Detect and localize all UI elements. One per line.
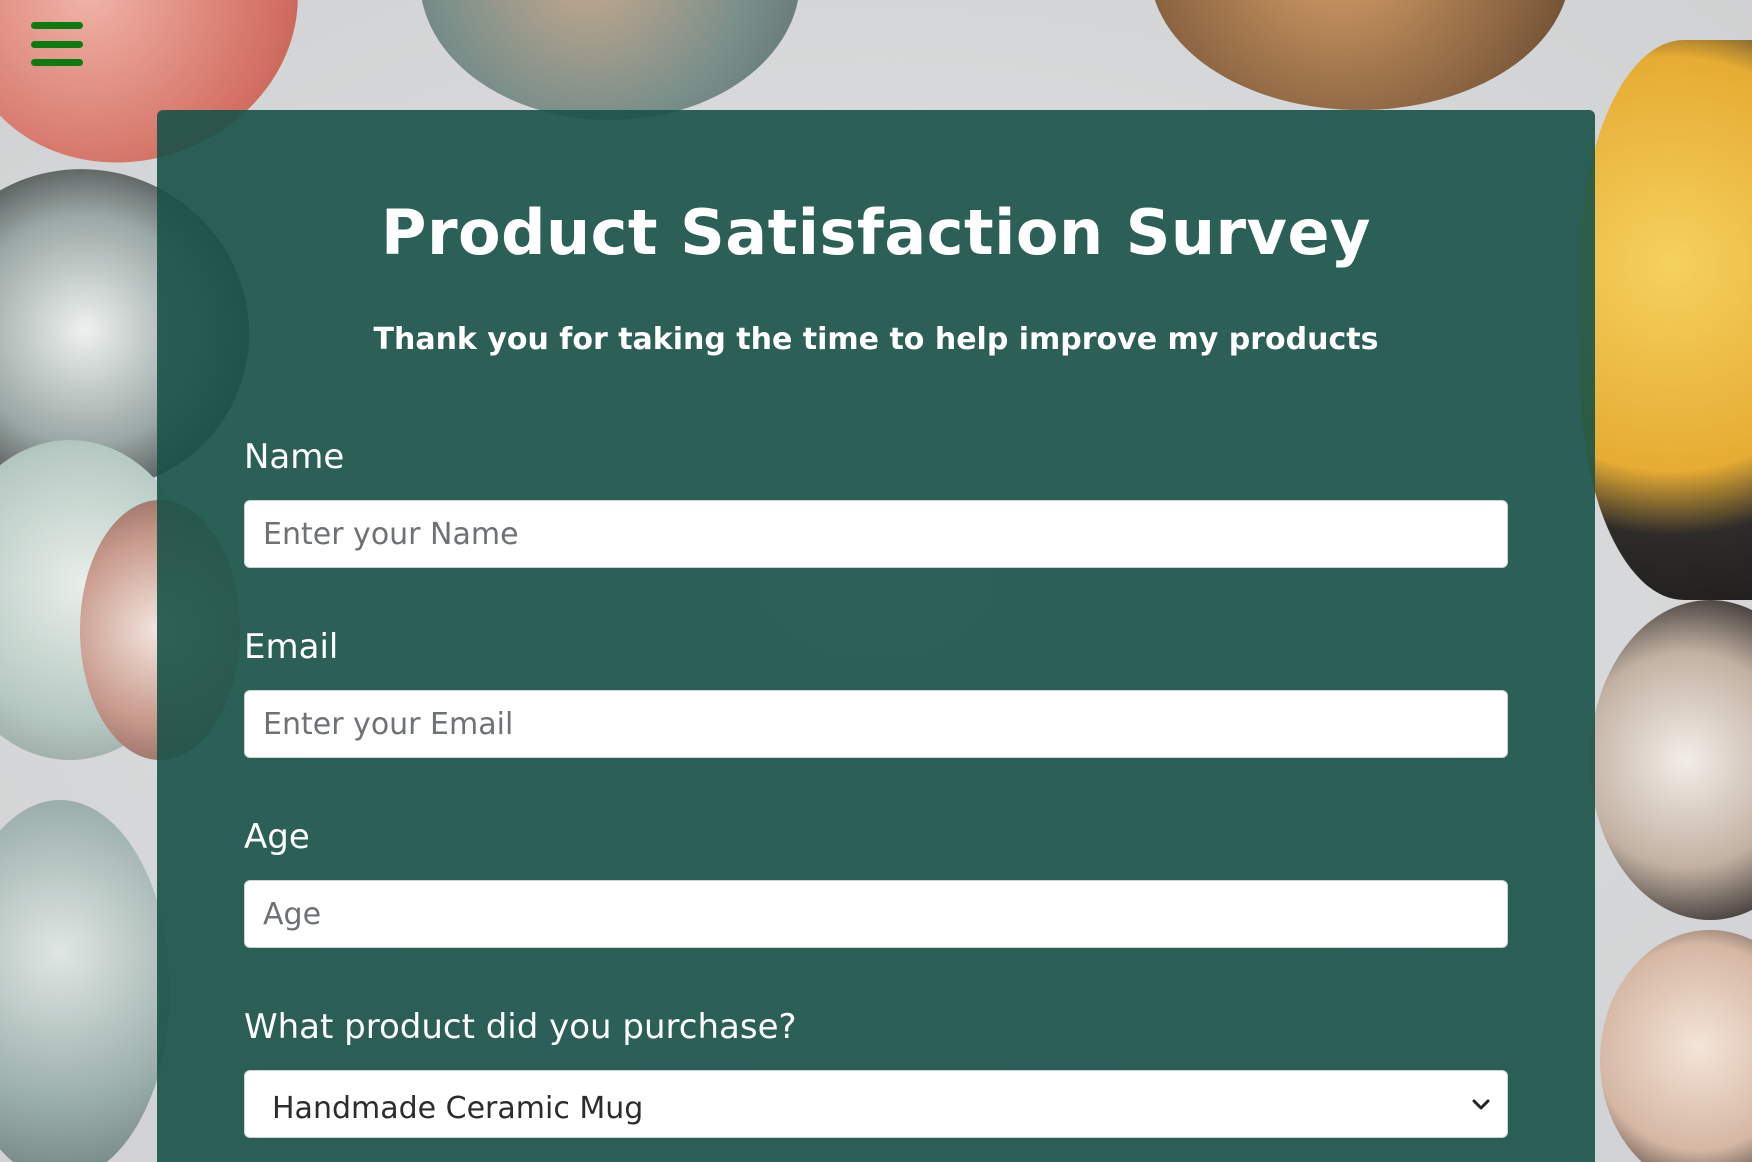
product-select[interactable]: Handmade Ceramic Mug — [244, 1070, 1508, 1138]
ceramic-bowl-image — [0, 800, 170, 1162]
hamburger-bar — [31, 22, 83, 29]
name-input[interactable] — [244, 500, 1508, 568]
age-input[interactable] — [244, 880, 1508, 948]
hamburger-menu-icon[interactable] — [31, 22, 83, 66]
hamburger-bar — [31, 59, 83, 66]
age-label: Age — [244, 817, 310, 857]
page-title: Product Satisfaction Survey — [381, 196, 1371, 269]
page-subtitle: Thank you for taking the time to help im… — [373, 322, 1379, 357]
chevron-down-icon — [1472, 1099, 1490, 1110]
hamburger-bar — [31, 40, 83, 48]
ceramic-bowl-image — [1590, 600, 1752, 920]
email-label: Email — [244, 627, 339, 667]
product-label: What product did you purchase? — [244, 1007, 797, 1047]
ceramic-bowl-image — [1600, 930, 1752, 1162]
ceramic-bowl-image — [1150, 0, 1570, 110]
email-input[interactable] — [244, 690, 1508, 758]
ceramic-bowl-image — [1580, 40, 1752, 600]
product-select-value: Handmade Ceramic Mug — [272, 1091, 644, 1126]
name-label: Name — [244, 437, 345, 477]
ceramic-bowl-image — [420, 0, 800, 120]
